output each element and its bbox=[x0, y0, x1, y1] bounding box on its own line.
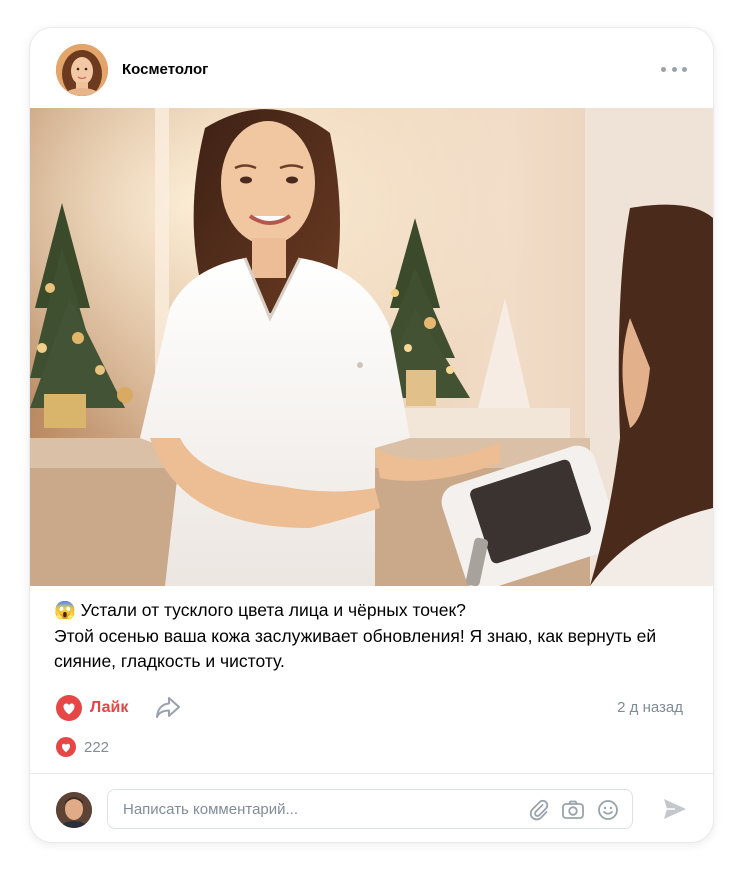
post-timestamp[interactable]: 2 д назад bbox=[617, 699, 683, 716]
likes-count: 222 bbox=[84, 738, 110, 756]
post-text-line: сияние, гладкость и чистоту. bbox=[54, 651, 285, 671]
like-label: Лайк bbox=[90, 699, 129, 716]
send-icon bbox=[664, 799, 686, 819]
author-avatar[interactable] bbox=[56, 44, 108, 96]
more-dot bbox=[682, 66, 687, 72]
more-options-button[interactable] bbox=[661, 58, 687, 80]
post-card: Косметолог 😱 Устали от тусклого цвета ли… bbox=[30, 28, 713, 842]
more-dot bbox=[671, 66, 677, 72]
share-icon bbox=[156, 697, 180, 718]
comment-placeholder: Написать комментарий... bbox=[123, 801, 299, 818]
more-horizontal-icon bbox=[661, 66, 666, 72]
post-actions: Лайк 2 д назад bbox=[30, 688, 713, 728]
author-name[interactable]: Косметолог bbox=[122, 61, 208, 78]
smile-icon[interactable] bbox=[597, 799, 619, 826]
like-button[interactable]: Лайк bbox=[56, 692, 128, 724]
send-button[interactable] bbox=[662, 797, 688, 826]
likes-summary[interactable]: 222 bbox=[56, 737, 109, 757]
comment-input[interactable]: Написать комментарий... bbox=[107, 789, 633, 829]
post-text-line: 😱 Устали от тусклого цвета лица и чёрных… bbox=[54, 600, 466, 620]
post-header: Косметолог bbox=[30, 28, 713, 108]
heart-icon bbox=[56, 737, 76, 757]
divider bbox=[30, 773, 713, 774]
share-button[interactable] bbox=[154, 694, 182, 725]
camera-icon[interactable] bbox=[561, 799, 585, 826]
paperclip-icon[interactable] bbox=[528, 799, 550, 826]
post-photo[interactable] bbox=[30, 108, 713, 586]
user-avatar[interactable] bbox=[56, 792, 92, 828]
post-text-line: Этой осенью ваша кожа заслуживает обновл… bbox=[54, 625, 657, 646]
post-text: 😱 Устали от тусклого цвета лица и чёрных… bbox=[54, 598, 704, 675]
heart-icon bbox=[56, 695, 82, 721]
